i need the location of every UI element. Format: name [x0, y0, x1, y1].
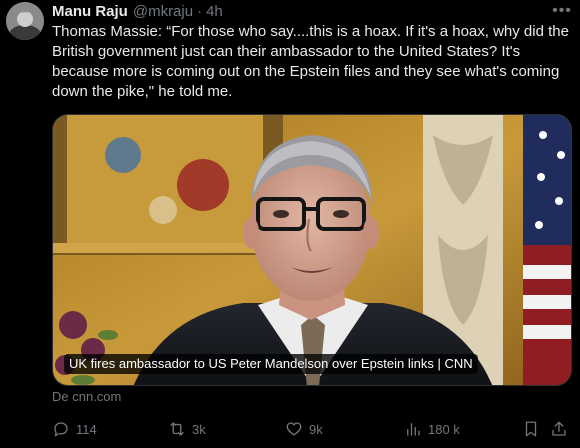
link-card[interactable]: UK fires ambassador to US Peter Mandelso…	[52, 114, 572, 386]
author-handle[interactable]: @mkraju	[133, 2, 193, 22]
repost-count: 3k	[192, 421, 206, 437]
tweet-header: Manu Raju @mkraju · 4h	[52, 2, 223, 22]
tweet-actions: 114 3k 9k 180 k	[52, 418, 572, 440]
like-button[interactable]: 9k	[285, 418, 323, 440]
bookmark-button[interactable]	[522, 418, 540, 440]
views-button[interactable]: 180 k	[404, 418, 460, 440]
views-count: 180 k	[428, 421, 460, 437]
reply-button[interactable]: 114	[52, 418, 97, 440]
card-caption: UK fires ambassador to US Peter Mandelso…	[64, 354, 478, 374]
reply-count: 114	[76, 421, 97, 437]
repost-button[interactable]: 3k	[168, 418, 206, 440]
avatar-photo	[6, 2, 44, 40]
author-avatar[interactable]	[6, 2, 44, 40]
more-options-button[interactable]: •••	[550, 2, 574, 20]
heart-icon	[286, 422, 302, 436]
views-chart-icon	[407, 423, 420, 436]
reply-icon	[54, 422, 68, 437]
like-count: 9k	[309, 421, 323, 437]
more-horizontal-icon: •••	[552, 2, 572, 19]
repost-icon	[170, 422, 184, 436]
separator-dot: ·	[197, 3, 203, 20]
share-icon	[552, 421, 566, 436]
card-image	[53, 115, 571, 385]
tweet-text: Thomas Massie: “For those who say....thi…	[52, 23, 569, 100]
tweet-timestamp[interactable]: 4h	[206, 2, 223, 22]
share-button[interactable]	[550, 418, 568, 440]
author-name[interactable]: Manu Raju	[52, 2, 128, 22]
card-source[interactable]: De cnn.com	[52, 388, 121, 405]
bookmark-icon	[525, 421, 537, 437]
